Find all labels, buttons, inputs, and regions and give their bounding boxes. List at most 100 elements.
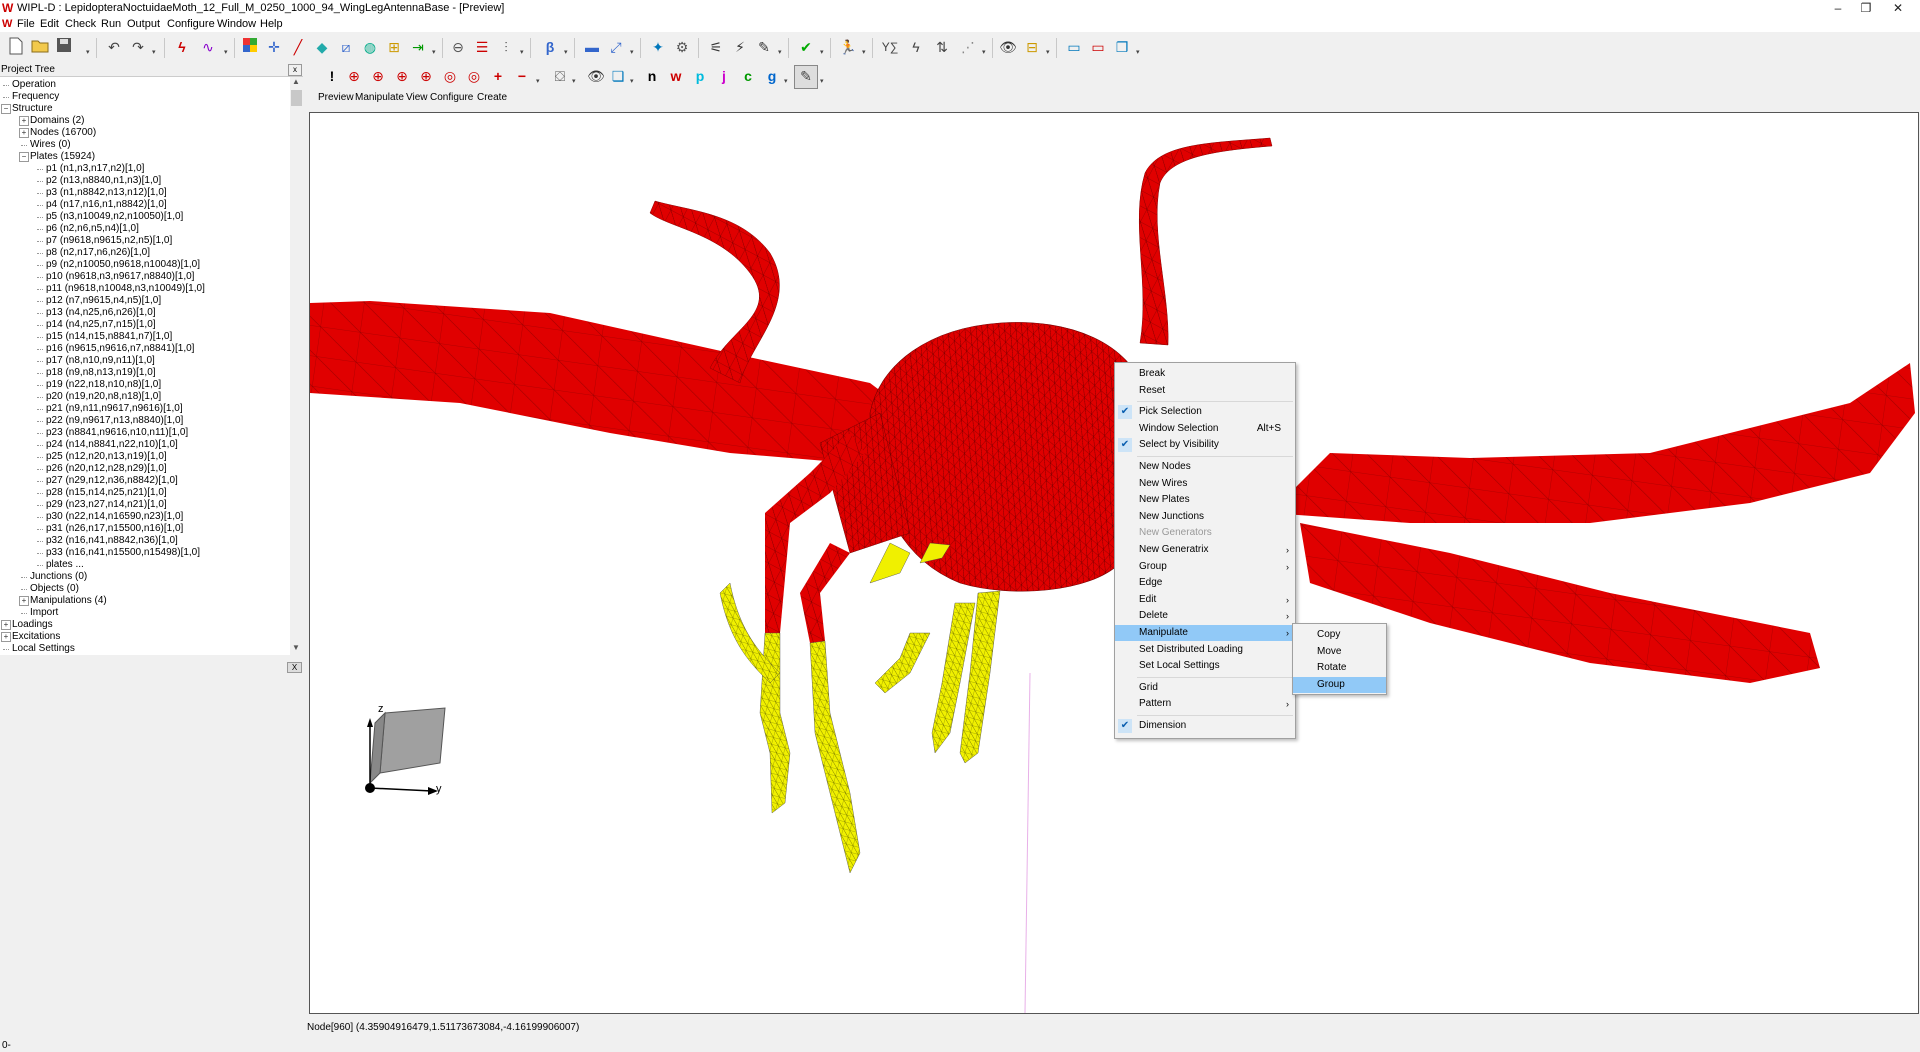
tree-node[interactable]: p27 (n29,n12,n36,n8842)[1,0] [46, 475, 178, 487]
tree-node[interactable]: Frequency [12, 91, 59, 103]
dropdown-arrow-icon[interactable]: ▾ [1046, 49, 1053, 57]
dropdown-arrow-icon[interactable]: ▾ [152, 49, 159, 57]
tree-node[interactable]: Structure [12, 103, 53, 115]
tree-node[interactable]: p24 (n14,n8841,n22,n10)[1,0] [46, 439, 178, 451]
measure-icon[interactable]: ✎ [754, 37, 774, 57]
menu-configure[interactable]: Configure [167, 18, 215, 31]
menu-item-pick-selection[interactable]: ✔ Pick Selection [1115, 404, 1295, 420]
generators-toggle[interactable]: g [762, 66, 782, 86]
collapse-icon[interactable]: − [19, 152, 29, 162]
menu-item-edit[interactable]: Edit › [1115, 592, 1295, 608]
open-folder-icon[interactable] [30, 37, 50, 57]
menu-edit[interactable]: Edit [40, 18, 59, 31]
menu-file[interactable]: File [17, 18, 35, 31]
grid-plane-icon[interactable]: ⧄ [336, 37, 356, 57]
tree-node[interactable]: p21 (n9,n11,n9617,n9616)[1,0] [46, 403, 183, 415]
wires-toggle[interactable]: w [666, 66, 686, 86]
tree-node[interactable]: p17 (n8,n10,n9,n11)[1,0] [46, 355, 155, 367]
mesh-icon[interactable]: ✦ [648, 37, 668, 57]
close-button[interactable]: ✕ [1878, 0, 1918, 17]
menu-window[interactable]: Window [217, 18, 256, 31]
tree-node[interactable]: p11 (n9618,n10048,n3,n10049)[1,0] [46, 283, 205, 295]
orbit-icon[interactable]: ◎ [464, 66, 484, 86]
dropdown-arrow-icon[interactable]: ▾ [520, 49, 527, 57]
tree-node[interactable]: Junctions (0) [30, 571, 87, 583]
submenu-view[interactable]: View [406, 92, 428, 104]
menu-item-dimension[interactable]: ✔ Dimension [1115, 718, 1295, 734]
y-sigma-icon[interactable]: Y∑ [880, 37, 900, 57]
tree-node[interactable]: p14 (n4,n25,n7,n15)[1,0] [46, 319, 156, 331]
menu-output[interactable]: Output [127, 18, 160, 31]
hierarchy-icon[interactable]: ⊟ [1022, 37, 1042, 57]
exclamation-icon[interactable]: ! [322, 66, 342, 86]
tree-node[interactable]: p5 (n3,n10049,n2,n10050)[1,0] [46, 211, 183, 223]
dropdown-arrow-icon[interactable]: ▾ [432, 49, 439, 57]
check-tool-icon[interactable]: ⚡ [730, 37, 750, 57]
menu-item-edge[interactable]: Edge [1115, 575, 1295, 591]
tree-node[interactable]: p26 (n20,n12,n28,n29)[1,0] [46, 463, 167, 475]
tree-node[interactable]: Domains (2) [30, 115, 84, 127]
dropdown-arrow-icon[interactable]: ▾ [982, 49, 989, 57]
tree-node[interactable]: p31 (n26,n17,n15500,n16)[1,0] [46, 523, 183, 535]
run-person-icon[interactable]: 🏃 [838, 37, 858, 57]
check-icon[interactable]: ✔ [796, 37, 816, 57]
eye-icon[interactable]: 👁 [998, 37, 1018, 57]
tree-close-button[interactable]: x [288, 64, 302, 76]
nodes-toggle[interactable]: n [642, 66, 662, 86]
generator-icon[interactable]: ☰ [472, 37, 492, 57]
tree-node[interactable]: p25 (n12,n20,n13,n19)[1,0] [46, 451, 167, 463]
expand-icon[interactable]: + [19, 596, 29, 606]
tree-scroll-thumb[interactable] [291, 90, 302, 106]
color-grid-icon[interactable] [240, 37, 260, 57]
gear-icon[interactable]: ⚙ [672, 37, 692, 57]
submenu-manipulate[interactable]: Manipulate [355, 92, 404, 104]
menu-item-select-by-visibility[interactable]: ✔ Select by Visibility [1115, 437, 1295, 453]
symmetry-icon[interactable]: ⊖ [448, 37, 468, 57]
submenu-preview[interactable]: Preview [318, 92, 354, 104]
menu-item-rotate[interactable]: Rotate [1293, 660, 1386, 676]
junction-icon[interactable]: ⊞ [384, 37, 404, 57]
configure-toggle[interactable]: c [738, 66, 758, 86]
menu-item-pattern[interactable]: Pattern › [1115, 696, 1295, 712]
menu-item-break[interactable]: Break [1115, 366, 1295, 382]
edit-tool-icon[interactable]: ⚟ [706, 37, 726, 57]
screen-icon[interactable]: ▬ [582, 37, 602, 57]
menu-item-grid[interactable]: Grid [1115, 680, 1295, 696]
rotate-y-icon[interactable]: ⊕ [368, 66, 388, 86]
tree-node[interactable]: p7 (n9618,n9615,n2,n5)[1,0] [46, 235, 172, 247]
submenu-create[interactable]: Create [477, 92, 507, 104]
sort-icon[interactable]: ⇅ [932, 37, 952, 57]
tree-node[interactable]: p22 (n9,n9617,n13,n8840)[1,0] [46, 415, 183, 427]
undo-icon[interactable]: ↶ [104, 37, 124, 57]
globe-icon[interactable]: ◍ [360, 37, 380, 57]
dropdown-arrow-icon[interactable]: ▾ [820, 78, 827, 86]
rotate-x-icon[interactable]: ⊕ [344, 66, 364, 86]
expand-icon[interactable]: + [1, 620, 11, 630]
dropdown-arrow-icon[interactable]: ▾ [630, 49, 637, 57]
dropdown-arrow-icon[interactable]: ▾ [224, 49, 231, 57]
menu-item-new-junctions[interactable]: New Junctions [1115, 509, 1295, 525]
menu-help[interactable]: Help [260, 18, 283, 31]
menu-item-new-generatrix[interactable]: New Generatrix › [1115, 542, 1295, 558]
tree-node[interactable]: p33 (n16,n41,n15500,n15498)[1,0] [46, 547, 200, 559]
expand-icon[interactable]: + [1, 632, 11, 642]
tree-node[interactable]: Excitations [12, 631, 60, 643]
dropdown-arrow-icon[interactable]: ▾ [778, 49, 785, 57]
tree-node[interactable]: p6 (n2,n6,n5,n4)[1,0] [46, 223, 139, 235]
tree-node[interactable]: p1 (n1,n3,n17,n2)[1,0] [46, 163, 144, 175]
scroll-up-icon[interactable]: ▲ [292, 77, 300, 86]
wire-icon[interactable]: ╱ [288, 37, 308, 57]
signal-icon[interactable]: ⋰ [958, 37, 978, 57]
zoom-out-icon[interactable]: − [512, 66, 532, 86]
menu-item-set-local-settings[interactable]: Set Local Settings [1115, 658, 1295, 674]
dropdown-arrow-icon[interactable]: ▾ [820, 49, 827, 57]
menu-item-set-distributed-loading[interactable]: Set Distributed Loading [1115, 642, 1295, 658]
tree-node[interactable]: Plates (15924) [30, 151, 95, 163]
menu-item-move[interactable]: Move [1293, 644, 1386, 660]
tree-node[interactable]: p9 (n2,n10050,n9618,n10048)[1,0] [46, 259, 200, 271]
window-cascade-icon[interactable]: ❐ [1112, 37, 1132, 57]
tree-node[interactable]: p8 (n2,n17,n6,n26)[1,0] [46, 247, 150, 259]
menu-item-group[interactable]: Group [1293, 676, 1386, 693]
tree-node[interactable]: p32 (n16,n41,n8842,n36)[1,0] [46, 535, 178, 547]
tree-node[interactable]: p4 (n17,n16,n1,n8842)[1,0] [46, 199, 167, 211]
